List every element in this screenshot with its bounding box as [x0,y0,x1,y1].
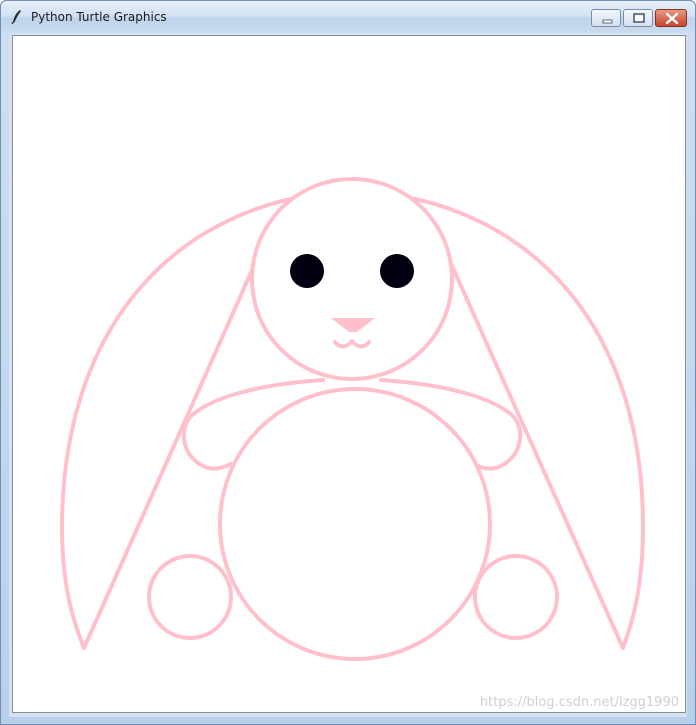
rabbit-body [218,387,492,661]
maximize-icon [633,13,645,23]
left-eye [290,254,324,288]
title-bar[interactable]: Python Turtle Graphics [1,1,695,33]
minimize-button[interactable] [591,9,621,27]
close-button[interactable] [655,9,687,27]
right-foot [473,554,559,640]
watermark-text: https://blog.csdn.net/lzgg1990 [479,695,679,710]
rabbit-drawing [60,177,645,661]
left-foot [147,554,233,640]
window-title: Python Turtle Graphics [31,10,167,24]
minimize-icon [602,19,613,24]
feather-pen-icon [9,9,25,25]
app-window: Python Turtle Graphics https://blog.csdn… [0,0,696,725]
close-icon [665,12,679,25]
rabbit-head [250,177,454,381]
turtle-canvas[interactable]: https://blog.csdn.net/lzgg1990 [12,35,686,713]
right-eye [380,254,414,288]
maximize-button[interactable] [623,9,653,27]
